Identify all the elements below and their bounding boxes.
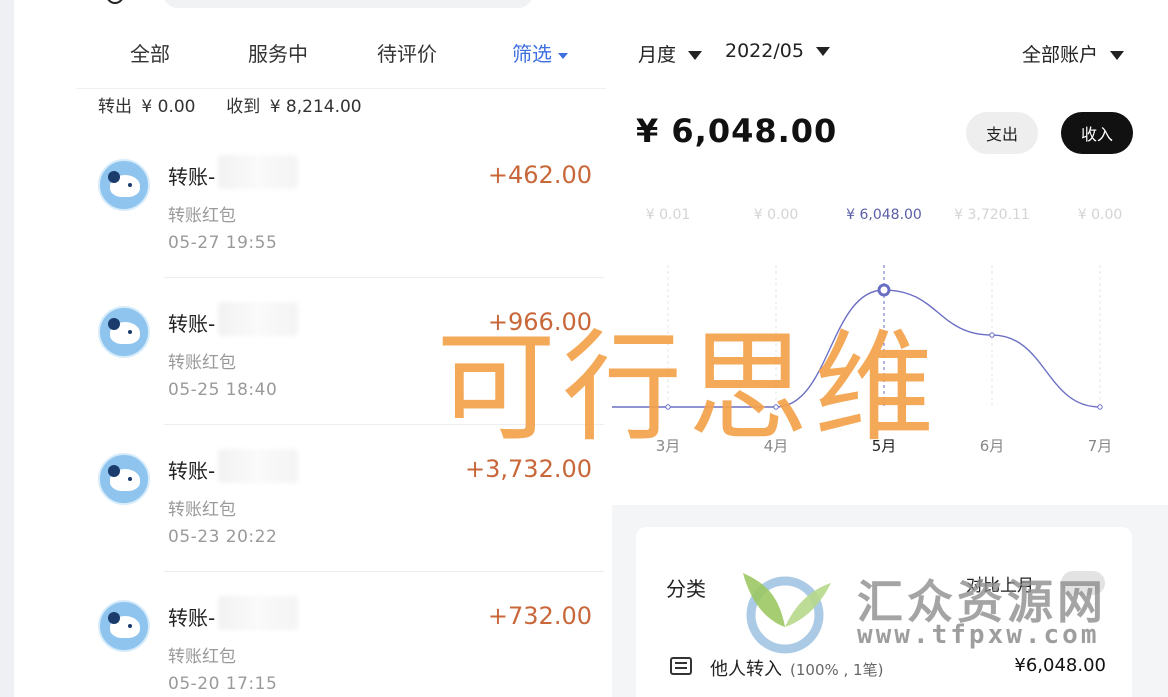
list-icon: [670, 657, 692, 675]
in-label: 收到: [226, 97, 261, 117]
transaction-name: 转账-: [168, 312, 216, 336]
transaction-amount: +732.00: [487, 602, 592, 630]
tab-all[interactable]: 全部: [130, 38, 170, 67]
triangle-down-icon: [815, 47, 830, 56]
tab-in-service[interactable]: 服务中: [248, 38, 308, 67]
search-icon[interactable]: [106, 0, 124, 4]
chart-point: [1097, 404, 1103, 410]
transaction-row[interactable]: 转账- 转账红包 05-27 19:55 +462.00: [98, 145, 604, 285]
expense-button[interactable]: 支出: [966, 112, 1038, 154]
triangle-down-icon: [688, 51, 703, 60]
chart-point: [989, 332, 995, 338]
transaction-time: 05-20 17:15: [168, 674, 278, 694]
redacted-name: [218, 449, 298, 483]
category-name: 他人转入: [710, 659, 782, 680]
category-amount: ¥6,048.00: [1014, 655, 1106, 676]
chart-value-label: ¥ 0.00: [754, 207, 799, 223]
transaction-amount: +462.00: [487, 161, 592, 189]
caret-down-icon: [558, 52, 568, 59]
chart-value-label: ¥ 3,720.11: [954, 207, 1030, 223]
period-label: 月度: [638, 44, 677, 66]
redacted-name: [218, 596, 298, 630]
tab-filter-label: 筛选: [512, 42, 552, 66]
monthly-total: ¥ 6,048.00: [636, 112, 838, 150]
divider: [164, 277, 604, 278]
watermark-logo-icon: [743, 573, 831, 654]
in-value: ¥ 8,214.00: [269, 97, 362, 117]
avatar: [98, 600, 150, 652]
transaction-name: 转账-: [168, 459, 216, 483]
tab-to-review[interactable]: 待评价: [377, 38, 437, 67]
chart-category-label: 6月: [980, 437, 1005, 455]
transaction-name: 转账-: [168, 606, 216, 630]
redacted-name: [218, 302, 298, 336]
transaction-name: 转账-: [168, 165, 216, 189]
period-dropdown[interactable]: 月度: [638, 40, 703, 67]
category-title: 分类: [666, 577, 706, 601]
chart-category-label: 7月: [1088, 437, 1113, 455]
chart-value-label: ¥ 6,048.00: [846, 207, 922, 223]
watermark-url: www.tfpxw.com: [857, 620, 1100, 650]
avatar: [98, 159, 150, 211]
watermark-text: 可行思维: [436, 319, 940, 458]
account-dropdown[interactable]: 全部账户: [1022, 40, 1125, 67]
divider: [164, 571, 604, 572]
category-row-label[interactable]: 他人转入 (100% , 1笔): [710, 655, 883, 681]
transaction-time: 05-27 19:55: [168, 233, 278, 253]
transaction-type: 转账红包: [168, 206, 236, 226]
transaction-type: 转账红包: [168, 647, 236, 667]
transaction-type: 转账红包: [168, 500, 236, 520]
income-button[interactable]: 收入: [1061, 112, 1133, 154]
out-label: 转出: [98, 97, 132, 117]
triangle-down-icon: [1110, 51, 1125, 60]
summary-line: 转出 ¥ 0.00 收到 ¥ 8,214.00: [98, 92, 366, 117]
avatar: [98, 306, 150, 358]
transaction-row[interactable]: 转账- 转账红包 05-20 17:15 +732.00: [98, 586, 598, 697]
divider: [76, 88, 606, 89]
avatar: [98, 453, 150, 505]
category-percent: (100% , 1笔): [790, 661, 884, 679]
redacted-name: [218, 155, 298, 189]
transaction-type: 转账红包: [168, 353, 236, 373]
search-input[interactable]: [163, 0, 533, 8]
filter-tabs: 全部 服务中 待评价 筛选: [0, 38, 612, 72]
account-label: 全部账户: [1022, 44, 1099, 66]
transaction-time: 05-23 20:22: [168, 527, 278, 547]
month-dropdown[interactable]: 2022/05: [725, 40, 830, 62]
tab-filter[interactable]: 筛选: [512, 38, 568, 67]
left-edge: [0, 0, 14, 697]
month-label: 2022/05: [725, 40, 804, 62]
chart-value-label: ¥ 0.01: [646, 207, 691, 223]
chart-value-label: ¥ 0.00: [1078, 207, 1123, 223]
transaction-time: 05-25 18:40: [168, 380, 278, 400]
out-value: ¥ 0.00: [141, 97, 196, 117]
